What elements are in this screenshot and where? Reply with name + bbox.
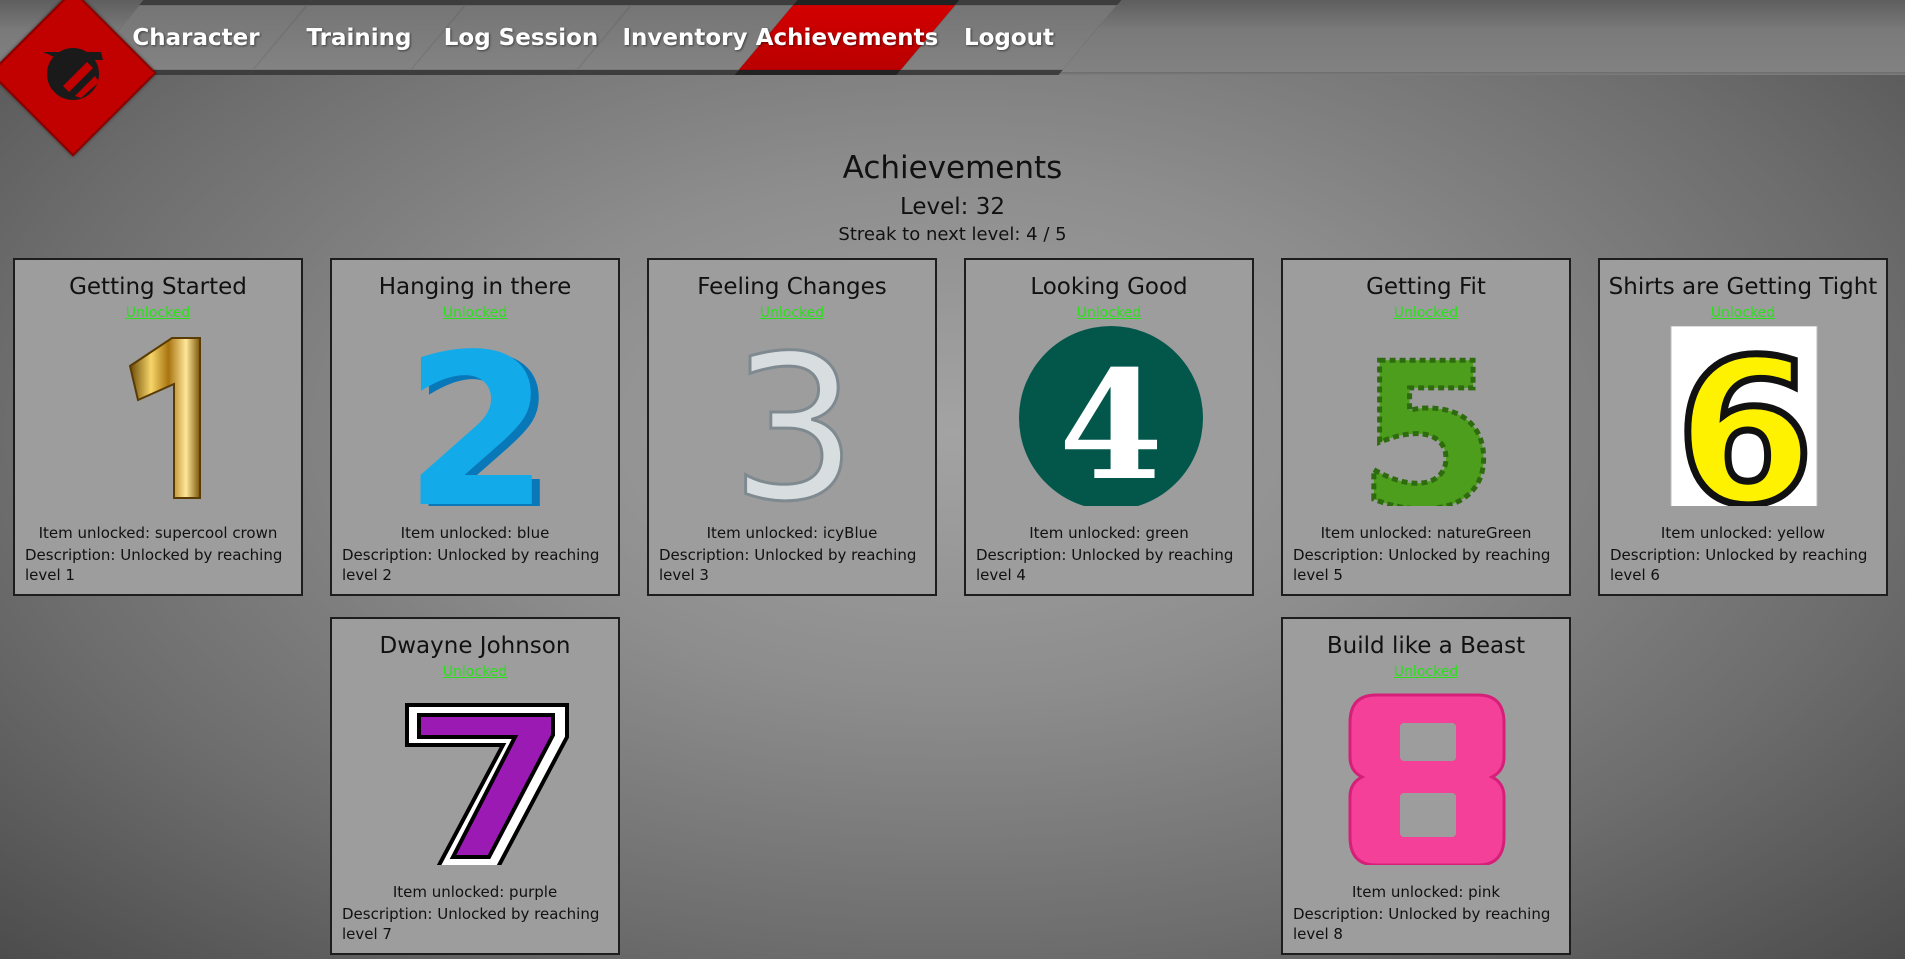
achievement-item: Item unlocked: pink xyxy=(1351,883,1501,901)
achievement-description: Description: Unlocked by reaching level … xyxy=(976,546,1234,584)
logo-icon xyxy=(43,48,103,100)
achievement-card-getting-fit: Getting Fit Unlocked 5 Item unlocked: na… xyxy=(1281,258,1571,596)
page-title: Achievements xyxy=(842,150,1063,186)
achievement-status[interactable]: Unlocked xyxy=(332,664,618,680)
tab-label: Training xyxy=(306,24,412,51)
achievement-card-looking-good: Looking Good Unlocked 4 Item unlocked: g… xyxy=(964,258,1254,596)
tab-label: Logout xyxy=(963,24,1055,51)
achievement-status[interactable]: Unlocked xyxy=(1283,664,1569,680)
achievement-title: Looking Good xyxy=(1030,274,1188,300)
achievement-title: Shirts are Getting Tight xyxy=(1608,274,1878,300)
gold-numeral-1-icon xyxy=(128,337,201,499)
achievement-status[interactable]: Unlocked xyxy=(1283,305,1569,321)
achievement-card-getting-started: Getting Started Unlocked Item unlocked: … xyxy=(13,258,303,596)
tab-logout[interactable]: Logout xyxy=(896,0,1122,75)
svg-text:5: 5 xyxy=(1358,326,1497,506)
tab-log-session[interactable]: Log Session xyxy=(406,0,636,75)
achievement-status[interactable]: Unlocked xyxy=(649,305,935,321)
green-circle-numeral-4-icon: 4 xyxy=(1019,326,1203,506)
achievement-title: Hanging in there xyxy=(378,274,572,300)
achievement-card-shirts-are-getting-tight: Shirts are Getting Tight Unlocked 6 Item… xyxy=(1598,258,1888,596)
achievement-card-hanging-in-there: Hanging in there Unlocked 2 2 Item unloc… xyxy=(330,258,620,596)
achievement-status[interactable]: Unlocked xyxy=(15,305,301,321)
tab-inventory[interactable]: Inventory xyxy=(572,0,798,75)
achievement-title: Build like a Beast xyxy=(1326,633,1526,659)
ice-numeral-3-icon: 3 xyxy=(729,326,859,506)
achievement-item: Item unlocked: supercool crown xyxy=(38,524,278,542)
achievement-item: Item unlocked: green xyxy=(1029,524,1189,542)
svg-text:2: 2 xyxy=(404,326,550,506)
achievement-description: Description: Unlocked by reaching level … xyxy=(1610,546,1868,584)
purple-numeral-7-icon xyxy=(405,703,569,865)
achievement-title: Feeling Changes xyxy=(697,274,887,300)
svg-text:4: 4 xyxy=(1059,338,1163,506)
level-text: Level: 32 xyxy=(899,194,1006,220)
achievement-item: Item unlocked: yellow xyxy=(1660,524,1826,542)
svg-text:3: 3 xyxy=(730,326,857,506)
achievement-item: Item unlocked: blue xyxy=(400,524,550,542)
yellow-numeral-6-icon: 6 xyxy=(1670,326,1818,506)
achievement-title: Dwayne Johnson xyxy=(379,633,571,659)
achievement-status[interactable]: Unlocked xyxy=(1600,305,1886,321)
tab-achievements[interactable]: Achievements xyxy=(734,0,960,75)
svg-text:6: 6 xyxy=(1675,326,1814,506)
achievement-description: Description: Unlocked by reaching level … xyxy=(1293,546,1551,584)
achievement-description: Description: Unlocked by reaching level … xyxy=(659,546,917,584)
achievement-card-build-like-a-beast: Build like a Beast Unlocked Item unlocke… xyxy=(1281,617,1571,955)
achievement-item: Item unlocked: purple xyxy=(392,883,558,901)
pink-numeral-8-icon xyxy=(1348,693,1506,865)
tab-label: Log Session xyxy=(443,24,599,51)
achievement-description: Description: Unlocked by reaching level … xyxy=(25,546,283,584)
achievement-title: Getting Started xyxy=(69,274,247,300)
achievement-card-feeling-changes: Feeling Changes Unlocked 3 Item unlocked… xyxy=(647,258,937,596)
streak-text: Streak to next level: 4 / 5 xyxy=(838,224,1067,245)
tab-label: Inventory xyxy=(622,24,748,51)
tab-label: Character xyxy=(132,24,260,51)
achievement-description: Description: Unlocked by reaching level … xyxy=(1293,905,1551,943)
achievement-status[interactable]: Unlocked xyxy=(332,305,618,321)
achievement-description: Description: Unlocked by reaching level … xyxy=(342,905,600,943)
leaf-numeral-5-icon: 5 xyxy=(1356,326,1500,506)
achievement-description: Description: Unlocked by reaching level … xyxy=(342,546,600,584)
achievement-card-dwayne-johnson: Dwayne Johnson Unlocked Item unlocked: p… xyxy=(330,617,620,955)
achievement-item: Item unlocked: natureGreen xyxy=(1320,524,1532,542)
achievement-status[interactable]: Unlocked xyxy=(966,305,1252,321)
tab-label: Achievements xyxy=(755,24,939,51)
achievement-title: Getting Fit xyxy=(1366,274,1486,300)
blue-numeral-2-icon: 2 2 xyxy=(404,326,558,506)
achievement-item: Item unlocked: icyBlue xyxy=(706,524,878,542)
